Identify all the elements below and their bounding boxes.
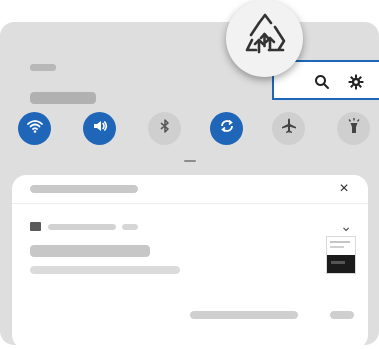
notification-settings-button[interactable] xyxy=(190,311,298,319)
chevron-down-icon[interactable]: ⌄ xyxy=(340,219,352,233)
gear-icon[interactable] xyxy=(346,72,366,92)
app-name xyxy=(48,224,116,230)
notification-time xyxy=(122,224,138,230)
drag-handle[interactable] xyxy=(184,160,196,162)
volume-icon xyxy=(91,117,109,140)
screenshot-thumbnail[interactable] xyxy=(326,236,356,274)
status-time xyxy=(30,64,56,71)
bluetooth-toggle[interactable] xyxy=(148,112,181,145)
quick-settings-row xyxy=(0,103,379,155)
gallery-icon xyxy=(30,222,41,231)
close-icon[interactable]: × xyxy=(336,181,352,197)
magnifier-callout xyxy=(226,0,303,77)
rotate-icon xyxy=(218,117,236,140)
thumbnail-line xyxy=(330,241,350,243)
notification-card: × ⌄ xyxy=(12,175,368,349)
wifi-toggle[interactable] xyxy=(18,112,51,145)
auto-rotate-toggle[interactable] xyxy=(210,112,243,145)
notification-subtitle xyxy=(30,266,180,274)
flashlight-toggle[interactable] xyxy=(337,112,370,145)
sound-toggle[interactable] xyxy=(83,112,116,145)
flashlight-icon xyxy=(345,117,363,140)
thumbnail-image xyxy=(327,255,355,273)
silent-notifications-label xyxy=(30,185,138,193)
wifi-icon xyxy=(26,117,44,140)
smart-switch-icon xyxy=(239,10,291,67)
notification-title[interactable] xyxy=(30,245,150,257)
airplane-icon xyxy=(280,117,298,140)
airplane-toggle[interactable] xyxy=(272,112,305,145)
divider xyxy=(12,203,368,204)
search-icon[interactable] xyxy=(312,72,332,92)
thumbnail-line xyxy=(330,246,344,248)
clear-button[interactable] xyxy=(330,311,354,319)
bluetooth-icon xyxy=(157,118,173,139)
